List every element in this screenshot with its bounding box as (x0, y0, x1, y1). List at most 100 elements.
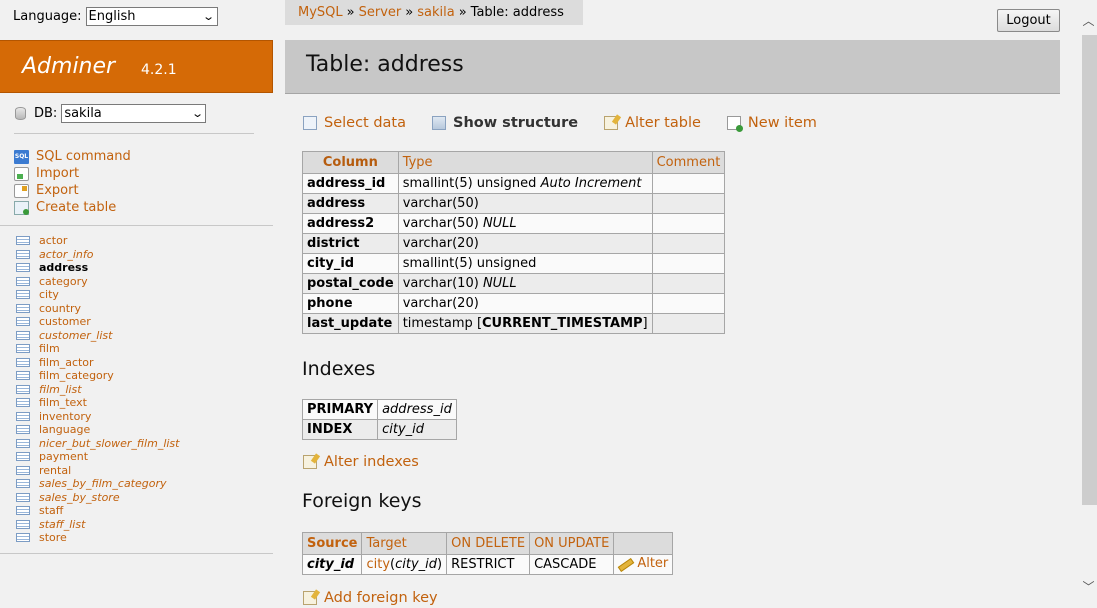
alter-indexes-link[interactable]: Alter indexes (303, 454, 419, 470)
table-link[interactable]: film_actor (39, 356, 94, 369)
table-icon[interactable] (16, 290, 30, 300)
table-icon[interactable] (16, 492, 30, 502)
table-icon[interactable] (16, 411, 30, 421)
table-link[interactable]: country (39, 302, 81, 315)
language-select[interactable]: English ⌄ (85, 7, 218, 26)
table-row: city_id smallint(5) unsigned (302, 253, 726, 274)
select-data-link[interactable]: Select data (303, 115, 406, 131)
table-icon[interactable] (16, 317, 30, 327)
sidebar-table-item[interactable]: actor (16, 234, 179, 248)
table-link[interactable]: city (39, 288, 59, 301)
table-icon[interactable] (16, 344, 30, 354)
table-icon[interactable] (16, 479, 30, 489)
sidebar-table-item[interactable]: payment (16, 450, 179, 464)
breadcrumb-mysql[interactable]: MySQL (298, 5, 343, 20)
sidebar-table-item[interactable]: staff (16, 504, 179, 518)
table-icon[interactable] (16, 371, 30, 381)
table-icon[interactable] (16, 263, 30, 273)
sidebar-table-item[interactable]: film_list (16, 383, 179, 397)
table-link[interactable]: payment (39, 450, 88, 463)
table-icon[interactable] (16, 384, 30, 394)
table-icon[interactable] (16, 236, 30, 246)
column-type: timestamp [CURRENT_TIMESTAMP] (397, 313, 653, 334)
table-icon[interactable] (16, 357, 30, 367)
table-icon[interactable] (16, 452, 30, 462)
table-link[interactable]: category (39, 275, 88, 288)
import-link[interactable]: Import (14, 165, 131, 182)
breadcrumb-current: Table: address (470, 5, 564, 20)
table-link[interactable]: customer_list (39, 329, 112, 342)
column-comment (651, 313, 726, 334)
scrollbar-thumb[interactable] (1082, 35, 1097, 505)
table-icon[interactable] (16, 519, 30, 529)
table-link[interactable]: sales_by_store (39, 491, 120, 504)
table-link[interactable]: actor_info (39, 248, 93, 261)
sidebar-table-item[interactable]: sales_by_store (16, 491, 179, 505)
table-row: city_id city(city_id) RESTRICT CASCADE Alter (301, 554, 674, 575)
sidebar-table-item[interactable]: film_text (16, 396, 179, 410)
table-icon[interactable] (16, 465, 30, 475)
table-link[interactable]: customer (39, 315, 91, 328)
sidebar-table-item[interactable]: rental (16, 464, 179, 478)
table-icon[interactable] (16, 425, 30, 435)
sidebar-table-item[interactable]: customer (16, 315, 179, 329)
fk-alter-link[interactable]: Alter (618, 556, 668, 571)
table-icon[interactable] (16, 249, 30, 259)
table-icon[interactable] (16, 533, 30, 543)
table-link[interactable]: inventory (39, 410, 91, 423)
breadcrumb-db[interactable]: sakila (417, 5, 454, 20)
new-item-link[interactable]: New item (726, 115, 817, 132)
table-link[interactable]: store (39, 531, 67, 544)
sidebar-table-item[interactable]: address (16, 261, 179, 275)
sidebar-table-item[interactable]: nicer_but_slower_film_list (16, 437, 179, 451)
sidebar-table-item[interactable]: film_category (16, 369, 179, 383)
vertical-scrollbar[interactable]: ︿ ﹀ (1080, 8, 1097, 600)
sidebar-table-item[interactable]: inventory (16, 410, 179, 424)
table-link[interactable]: address (39, 261, 88, 274)
table-link[interactable]: film_text (39, 396, 87, 409)
logout-button[interactable]: Logout (997, 9, 1060, 32)
table-icon[interactable] (16, 330, 30, 340)
scroll-down-icon[interactable]: ﹀ (1080, 578, 1097, 598)
sidebar-table-item[interactable]: film_actor (16, 356, 179, 370)
table-icon[interactable] (16, 398, 30, 408)
sidebar-table-item[interactable]: category (16, 275, 179, 289)
sidebar-table-item[interactable]: city (16, 288, 179, 302)
alter-table-link[interactable]: Alter table (604, 115, 701, 131)
fk-target-table-link[interactable]: city (366, 557, 390, 572)
scroll-up-icon[interactable]: ︿ (1080, 12, 1097, 32)
table-link[interactable]: sales_by_film_category (39, 477, 167, 490)
sidebar-table-item[interactable]: store (16, 531, 179, 545)
add-foreign-key-link[interactable]: Add foreign key (303, 590, 438, 606)
sidebar-table-item[interactable]: customer_list (16, 329, 179, 343)
sidebar-table-item[interactable]: language (16, 423, 179, 437)
table-link[interactable]: language (39, 423, 90, 436)
table-link[interactable]: nicer_but_slower_film_list (39, 437, 179, 450)
sidebar-table-item[interactable]: sales_by_film_category (16, 477, 179, 491)
db-select[interactable]: sakila ⌄ (61, 104, 207, 123)
show-structure-link[interactable]: Show structure (432, 115, 578, 131)
sidebar-table-item[interactable]: country (16, 302, 179, 316)
sidebar-table-item[interactable]: actor_info (16, 248, 179, 262)
sidebar-table-item[interactable]: film (16, 342, 179, 356)
table-icon[interactable] (16, 276, 30, 286)
alter-header (613, 532, 674, 555)
indexes-table: PRIMARY address_id INDEX city_id (301, 399, 457, 440)
table-icon[interactable] (16, 303, 30, 313)
sql-command-link[interactable]: SQL SQL command (14, 148, 131, 165)
export-link[interactable]: Export (14, 182, 131, 199)
table-link[interactable]: film (39, 342, 60, 355)
create-table-link[interactable]: Create table (14, 199, 131, 216)
sidebar-table-item[interactable]: staff_list (16, 518, 179, 532)
table-icon[interactable] (16, 506, 30, 516)
pencil-icon (618, 558, 631, 569)
table-link[interactable]: staff (39, 504, 63, 517)
table-link[interactable]: film_list (39, 383, 82, 396)
table-link[interactable]: actor (39, 234, 67, 247)
breadcrumb-server[interactable]: Server (359, 5, 402, 20)
table-link[interactable]: staff_list (39, 518, 85, 531)
table-link[interactable]: rental (39, 464, 71, 477)
table-icon[interactable] (16, 438, 30, 448)
adminer-logo-link[interactable]: Adminer (22, 54, 115, 79)
table-link[interactable]: film_category (39, 369, 114, 382)
